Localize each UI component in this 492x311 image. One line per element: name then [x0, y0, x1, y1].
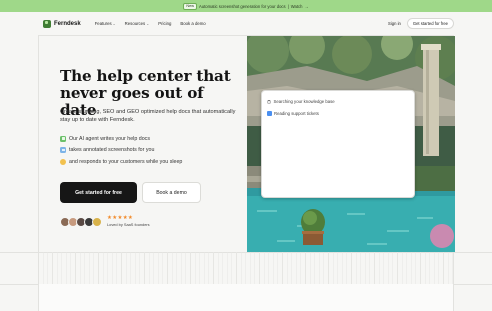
activity-reading: Reading support tickets [267, 111, 319, 116]
top-nav: Ferndesk Features ⌄ Resources ⌄ Pricing … [38, 12, 454, 35]
avatar-stack [60, 216, 102, 227]
nav-get-started-button[interactable]: Get started for free [406, 18, 454, 29]
brand-name: Ferndesk [54, 20, 81, 27]
feature-list: Our AI agent writes your help docs takes… [60, 133, 240, 168]
feature-text: takes annotated screenshots for you [69, 147, 155, 154]
nav-resources-label: Resources [124, 21, 146, 26]
smiley-icon [60, 158, 66, 165]
sign-in-link[interactable]: Sign in [388, 21, 401, 26]
feature-text: Our AI agent writes your help docs [69, 135, 150, 142]
nav-links: Features ⌄ Resources ⌄ Pricing Book a de… [95, 21, 206, 26]
activity-reading-text: Reading support tickets [274, 111, 319, 116]
nav-pricing[interactable]: Pricing [158, 21, 171, 26]
feature-item: and responds to your customers while you… [60, 156, 240, 168]
announcement-separator: | [287, 3, 289, 9]
brand-logo[interactable]: Ferndesk [43, 19, 81, 28]
next-section [38, 284, 454, 311]
hero-illustration: Searching your knowledge base Reading su… [247, 36, 455, 253]
ticket-icon [267, 111, 272, 116]
activity-searching-text: Searching your knowledge base [273, 99, 335, 104]
hero-cta-row: Get started for free Book a demo [60, 182, 201, 203]
screenshot-icon [60, 147, 66, 154]
nav-features[interactable]: Features ⌄ [95, 21, 116, 26]
announcement-bar[interactable]: New Automatic screenshot generation for … [0, 0, 492, 12]
arrow-right-icon: → [304, 3, 309, 9]
nav-resources[interactable]: Resources ⌄ [125, 21, 150, 26]
loading-spinner-icon [267, 99, 271, 104]
hatched-divider [38, 252, 454, 284]
feature-item: takes annotated screenshots for you [60, 145, 240, 157]
get-started-button[interactable]: Get started for free [60, 182, 137, 203]
nav-book-demo[interactable]: Book a demo [180, 21, 205, 26]
watch-link[interactable]: Watch [291, 4, 303, 9]
social-proof: ★★★★★ Loved by SaaS founders [60, 215, 150, 227]
book-demo-button[interactable]: Book a demo [142, 182, 201, 203]
ai-agent-icon [60, 135, 66, 142]
chevron-down-icon: ⌄ [112, 21, 116, 26]
loved-by-text: Loved by SaaS founders [107, 222, 150, 227]
new-badge: New [183, 2, 197, 10]
chevron-down-icon: ⌄ [146, 21, 150, 26]
avatar [92, 216, 102, 227]
star-rating-icon: ★★★★★ [107, 215, 134, 221]
nav-actions: Sign in Get started for free [388, 18, 454, 29]
feature-item: Our AI agent writes your help docs [60, 133, 240, 145]
agent-activity-card: Searching your knowledge base Reading su… [261, 90, 415, 198]
activity-searching: Searching your knowledge base [267, 99, 335, 104]
hero-subheadline: Create stunning, SEO and GEO optimized h… [60, 109, 236, 123]
ferndesk-logo-icon [43, 19, 51, 28]
hero-copy: The help center that never goes out of d… [39, 36, 247, 253]
announcement-text: Automatic screenshot generation for your… [199, 3, 286, 9]
hero-section: The help center that never goes out of d… [38, 35, 455, 253]
feature-text: and responds to your customers while you… [69, 158, 183, 165]
rating-block: ★★★★★ Loved by SaaS founders [107, 215, 150, 227]
nav-features-label: Features [94, 21, 112, 26]
